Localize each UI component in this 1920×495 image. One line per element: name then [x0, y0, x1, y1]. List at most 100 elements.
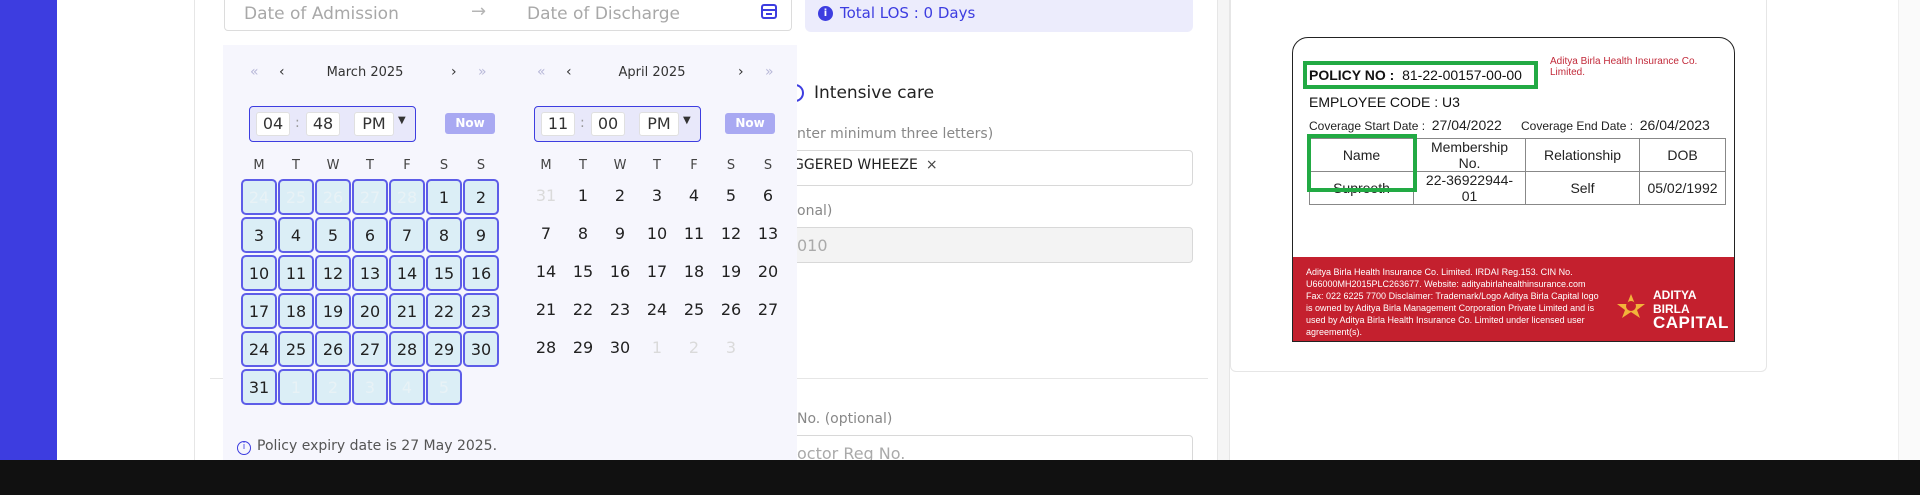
calendar-day[interactable]: 6 [352, 217, 388, 253]
calendar-day[interactable]: 29 [426, 331, 462, 367]
calendar-day[interactable]: 4 [278, 217, 314, 253]
date-of-admission-input[interactable]: Date of Admission [244, 4, 399, 24]
calendar-day[interactable]: 10 [241, 255, 277, 291]
hour-input[interactable]: 04 [256, 112, 290, 136]
calendar-day[interactable]: 7 [528, 217, 564, 253]
calendar-day[interactable]: 2 [315, 369, 351, 405]
ampm-select[interactable]: PM [354, 112, 394, 136]
chevron-down-icon[interactable]: ▼ [398, 115, 406, 126]
ampm-select[interactable]: PM [639, 112, 679, 136]
calendar-day[interactable]: 2 [676, 331, 712, 367]
total-los-text: Total LOS : 0 Days [840, 4, 976, 22]
calendar-day[interactable]: 15 [565, 255, 601, 291]
calendar-day[interactable]: 24 [639, 293, 675, 329]
chevron-down-icon[interactable]: ▼ [683, 115, 691, 126]
calendar-day[interactable]: 30 [463, 331, 499, 367]
calendar-day[interactable]: 29 [565, 331, 601, 367]
minute-input[interactable]: 48 [306, 112, 340, 136]
calendar-day[interactable]: 26 [713, 293, 749, 329]
calendar-day[interactable]: 6 [750, 179, 786, 215]
calendar-day[interactable]: 16 [602, 255, 638, 291]
calendar-day[interactable]: 2 [463, 179, 499, 215]
calendar-day[interactable]: 7 [389, 217, 425, 253]
next-year-button[interactable]: » [478, 64, 487, 80]
calendar-day[interactable]: 12 [315, 255, 351, 291]
calendar-day[interactable]: 28 [389, 179, 425, 215]
calendar-day[interactable]: 1 [426, 179, 462, 215]
calendar-day[interactable]: 23 [463, 293, 499, 329]
calendar-day[interactable]: 8 [426, 217, 462, 253]
calendar-day[interactable]: 16 [463, 255, 499, 291]
calendar-day[interactable]: 19 [713, 255, 749, 291]
calendar-day[interactable]: 27 [352, 179, 388, 215]
calendar-day[interactable]: 30 [602, 331, 638, 367]
calendar-day[interactable]: 11 [676, 217, 712, 253]
calendar-day[interactable]: 21 [528, 293, 564, 329]
next-month-button[interactable]: › [738, 64, 744, 80]
calendar-day[interactable]: 25 [278, 331, 314, 367]
time-colon: : [580, 115, 585, 131]
calendar-day[interactable]: 25 [278, 179, 314, 215]
calendar-day[interactable]: 1 [278, 369, 314, 405]
calendar-day[interactable]: 14 [389, 255, 425, 291]
date-range-input[interactable]: Date of Admission → Date of Discharge [224, 0, 792, 31]
calendar-day[interactable]: 27 [352, 331, 388, 367]
calendar-icon[interactable] [761, 4, 777, 19]
calendar-day[interactable]: 22 [565, 293, 601, 329]
calendar-day[interactable]: 23 [602, 293, 638, 329]
now-button[interactable]: Now [445, 113, 495, 134]
calendar-day[interactable]: 8 [565, 217, 601, 253]
calendar-day[interactable]: 20 [750, 255, 786, 291]
calendar-day[interactable]: 13 [750, 217, 786, 253]
calendar-day[interactable]: 4 [676, 179, 712, 215]
calendar-day[interactable]: 21 [389, 293, 425, 329]
date-of-discharge-input[interactable]: Date of Discharge [527, 4, 680, 24]
diagnosis-chip[interactable]: GGERED WHEEZE × [793, 157, 938, 173]
calendar-day[interactable]: 19 [315, 293, 351, 329]
calendar-day[interactable]: 4 [389, 369, 425, 405]
next-month-button[interactable]: › [451, 64, 457, 80]
calendar-day[interactable]: 26 [315, 179, 351, 215]
calendar-day[interactable]: 11 [278, 255, 314, 291]
calendar-day[interactable]: 27 [750, 293, 786, 329]
calendar-day[interactable]: 24 [241, 331, 277, 367]
calendar-day[interactable]: 20 [352, 293, 388, 329]
calendar-day[interactable]: 2 [602, 179, 638, 215]
calendar-day[interactable]: 22 [426, 293, 462, 329]
calendar-day[interactable]: 18 [676, 255, 712, 291]
calendar-day[interactable]: 12 [713, 217, 749, 253]
calendar-day[interactable]: 18 [278, 293, 314, 329]
calendar-day[interactable]: 3 [713, 331, 749, 367]
calendar-day[interactable]: 3 [241, 217, 277, 253]
close-icon[interactable]: × [926, 157, 938, 173]
calendar-day[interactable]: 5 [315, 217, 351, 253]
vertical-scrollbar[interactable]: ▲ [1898, 0, 1920, 478]
hour-input[interactable]: 11 [541, 112, 575, 136]
calendar-day[interactable]: 1 [565, 179, 601, 215]
calendar-day[interactable]: 17 [241, 293, 277, 329]
calendar-day[interactable]: 10 [639, 217, 675, 253]
calendar-day[interactable]: 5 [713, 179, 749, 215]
calendar-day[interactable]: 13 [352, 255, 388, 291]
calendar-day[interactable]: 14 [528, 255, 564, 291]
calendar-day[interactable]: 9 [602, 217, 638, 253]
calendar-day[interactable]: 17 [639, 255, 675, 291]
now-button[interactable]: Now [725, 113, 775, 134]
weekday-header: F [403, 158, 411, 173]
calendar-day[interactable]: 15 [426, 255, 462, 291]
calendar-day[interactable]: 5 [426, 369, 462, 405]
calendar-day[interactable]: 3 [352, 369, 388, 405]
minute-input[interactable]: 00 [591, 112, 625, 136]
calendar-day[interactable]: 25 [676, 293, 712, 329]
calendar-day[interactable]: 31 [241, 369, 277, 405]
calendar-day[interactable]: 28 [528, 331, 564, 367]
calendar-day[interactable]: 26 [315, 331, 351, 367]
calendar-day[interactable]: 31 [528, 179, 564, 215]
calendar-day[interactable]: 3 [639, 179, 675, 215]
left-sidebar [0, 0, 57, 460]
calendar-day[interactable]: 9 [463, 217, 499, 253]
calendar-day[interactable]: 24 [241, 179, 277, 215]
next-year-button[interactable]: » [765, 64, 774, 80]
calendar-day[interactable]: 28 [389, 331, 425, 367]
calendar-day[interactable]: 1 [639, 331, 675, 367]
